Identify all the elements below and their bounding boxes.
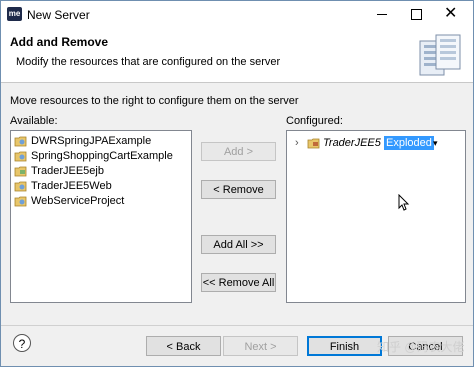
web-project-icon — [14, 151, 27, 162]
maximize-icon — [411, 9, 422, 20]
ejb-project-icon — [14, 166, 27, 177]
title-bar[interactable]: me New Server ✕ — [1, 1, 473, 28]
list-item-label: DWRSpringJPAExample — [31, 135, 152, 147]
server-graphic-icon — [419, 34, 461, 76]
mouse-pointer-icon — [398, 194, 410, 211]
add-all-button[interactable]: Add All >> — [201, 235, 276, 254]
remove-button[interactable]: < Remove — [201, 180, 276, 199]
minimize-icon — [377, 14, 387, 15]
watermark-text: 知乎 @码农大佬 — [377, 340, 465, 354]
close-button[interactable]: ✕ — [435, 1, 469, 28]
available-list[interactable]: DWRSpringJPAExample SpringShoppingCartEx… — [10, 130, 192, 303]
web-project-icon — [14, 136, 27, 147]
remove-all-button[interactable]: << Remove All — [201, 273, 276, 292]
list-item[interactable]: DWRSpringJPAExample — [14, 134, 152, 149]
configured-list[interactable]: › TraderJEE5 Exploded ▾ — [286, 130, 466, 303]
configured-item-name: TraderJEE5 — [323, 137, 381, 149]
wizard-header: Add and Remove Modify the resources that… — [1, 28, 473, 83]
list-item-label: SpringShoppingCartExample — [31, 150, 173, 162]
list-item-label: TraderJEE5ejb — [31, 165, 104, 177]
list-item[interactable]: SpringShoppingCartExample — [14, 149, 173, 164]
minimize-button[interactable] — [365, 1, 399, 28]
expand-icon[interactable]: › — [295, 135, 305, 151]
window-title: New Server — [27, 8, 90, 22]
list-item[interactable]: TraderJEE5ejb — [14, 164, 104, 179]
finish-button[interactable]: Finish — [307, 336, 382, 356]
help-button[interactable]: ? — [13, 334, 31, 352]
list-item-label: TraderJEE5Web — [31, 180, 112, 192]
web-project-icon — [14, 196, 27, 207]
next-button[interactable]: Next > — [223, 336, 298, 356]
page-title: Add and Remove — [10, 35, 109, 49]
footer-divider — [1, 325, 473, 326]
list-item[interactable]: WebServiceProject — [14, 194, 125, 209]
page-description: Modify the resources that are configured… — [16, 56, 281, 68]
maximize-button[interactable] — [399, 1, 433, 28]
ear-project-icon — [307, 138, 320, 149]
web-project-icon — [14, 181, 27, 192]
back-button[interactable]: < Back — [146, 336, 221, 356]
new-server-dialog: me New Server ✕ Add and Remove Modify th… — [0, 0, 474, 367]
app-logo-icon: me — [7, 7, 22, 21]
list-item-label: WebServiceProject — [31, 195, 125, 207]
close-icon: ✕ — [444, 5, 458, 22]
deploy-mode-value[interactable]: Exploded — [384, 136, 434, 150]
configured-label: Configured: — [286, 115, 343, 127]
chevron-down-icon[interactable]: ▾ — [433, 135, 438, 151]
add-button[interactable]: Add > — [201, 142, 276, 161]
instruction-text: Move resources to the right to configure… — [10, 95, 299, 107]
available-label: Available: — [10, 115, 58, 127]
list-item[interactable]: TraderJEE5Web — [14, 179, 112, 194]
